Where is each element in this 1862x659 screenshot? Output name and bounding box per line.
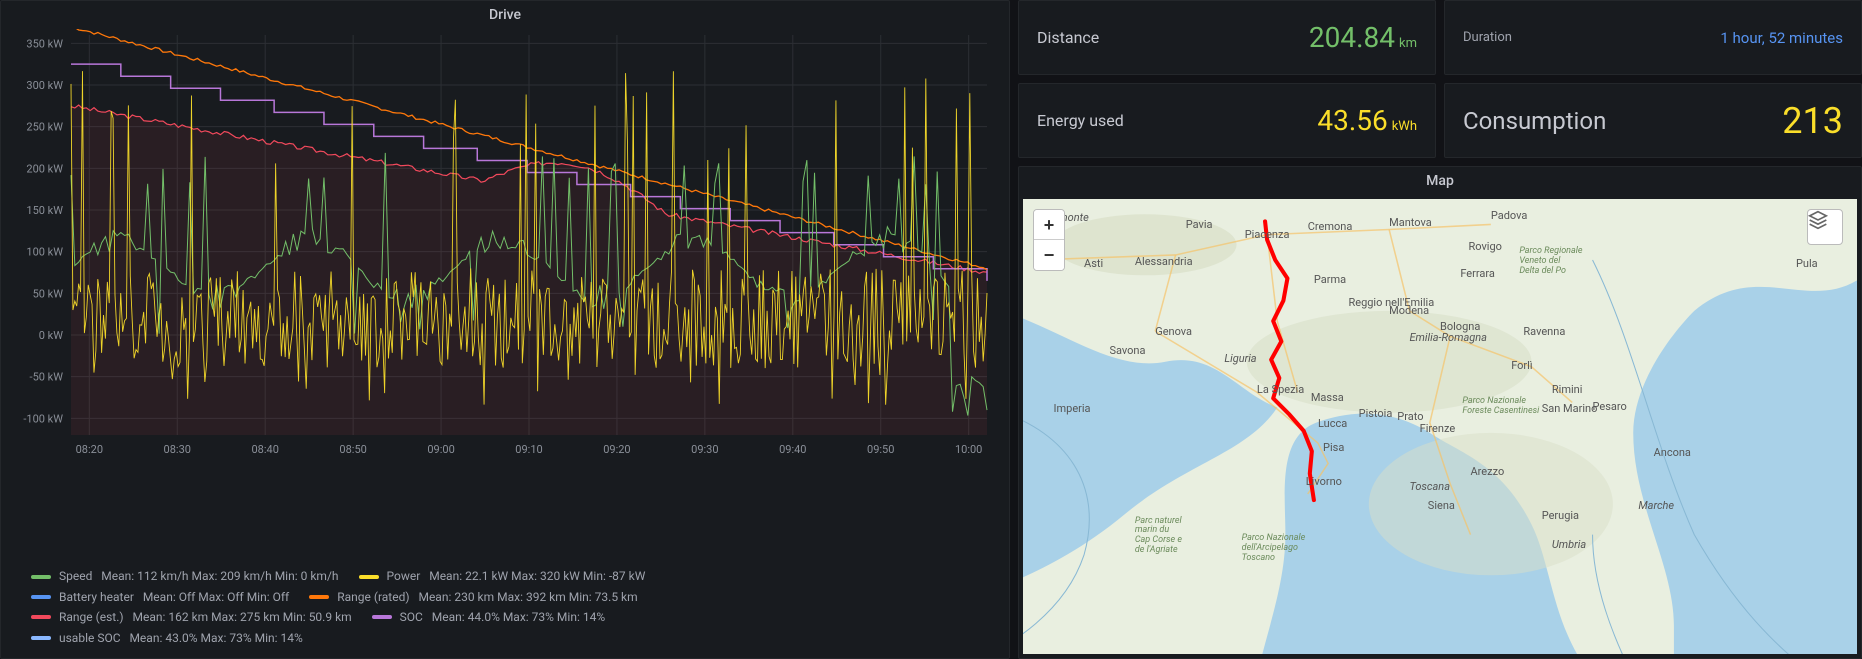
svg-text:08:40: 08:40: [251, 443, 278, 456]
legend-text: usable SOC Mean: 43.0% Max: 73% Min: 14%: [59, 628, 303, 648]
duration-label: Duration: [1463, 30, 1512, 45]
map-panel: Map + − PiemonteAstiAlessandriaPaviaPiac…: [1018, 166, 1862, 659]
svg-text:250 kW: 250 kW: [26, 121, 63, 134]
svg-text:0 kW: 0 kW: [39, 329, 63, 342]
svg-text:09:10: 09:10: [515, 443, 542, 456]
zoom-out-button[interactable]: −: [1034, 240, 1064, 270]
legend-item[interactable]: Range (est.) Mean: 162 km Max: 275 km Mi…: [31, 607, 352, 627]
energy-label: Energy used: [1037, 111, 1124, 130]
svg-text:300 kW: 300 kW: [26, 79, 63, 92]
layers-icon: [1808, 210, 1828, 230]
legend-text: Battery heater Mean: Off Max: Off Min: O…: [59, 587, 289, 607]
svg-text:08:20: 08:20: [76, 443, 103, 456]
svg-text:10:00: 10:00: [955, 443, 982, 456]
legend-text: Range (est.) Mean: 162 km Max: 275 km Mi…: [59, 607, 352, 627]
chart-legend: Speed Mean: 112 km/h Max: 209 km/h Min: …: [1, 562, 1009, 658]
svg-text:08:50: 08:50: [339, 443, 366, 456]
svg-text:09:00: 09:00: [427, 443, 454, 456]
legend-item[interactable]: Speed Mean: 112 km/h Max: 209 km/h Min: …: [31, 566, 339, 586]
map-layers-button[interactable]: [1807, 209, 1843, 245]
legend-text: SOC Mean: 44.0% Max: 73% Min: 14%: [400, 607, 605, 627]
legend-swatch: [31, 575, 51, 579]
svg-text:08:30: 08:30: [164, 443, 191, 456]
legend-item[interactable]: Range (rated) Mean: 230 km Max: 392 km M…: [309, 587, 637, 607]
svg-text:150 kW: 150 kW: [26, 204, 63, 217]
energy-stat: Energy used 43.56 kWh: [1018, 83, 1436, 158]
legend-swatch: [31, 636, 51, 640]
energy-value: 43.56: [1317, 104, 1387, 137]
chart-title: Drive: [1, 1, 1009, 29]
legend-item[interactable]: Battery heater Mean: Off Max: Off Min: O…: [31, 587, 289, 607]
zoom-in-button[interactable]: +: [1034, 210, 1064, 240]
svg-text:100 kW: 100 kW: [26, 246, 63, 259]
svg-text:-100 kW: -100 kW: [23, 412, 63, 425]
svg-text:50 kW: 50 kW: [33, 287, 64, 300]
legend-item[interactable]: SOC Mean: 44.0% Max: 73% Min: 14%: [372, 607, 605, 627]
legend-text: Speed Mean: 112 km/h Max: 209 km/h Min: …: [59, 566, 339, 586]
legend-swatch: [31, 615, 51, 619]
distance-value: 204.84: [1309, 21, 1395, 54]
map-view[interactable]: + − PiemonteAstiAlessandriaPaviaPiacenza…: [1023, 199, 1857, 654]
svg-text:09:40: 09:40: [779, 443, 806, 456]
legend-swatch: [31, 595, 51, 599]
legend-swatch: [309, 595, 329, 599]
consumption-label: Consumption: [1463, 107, 1606, 135]
duration-stat: Duration 1 hour, 52 minutes: [1444, 0, 1862, 75]
svg-text:350 kW: 350 kW: [26, 37, 63, 50]
svg-text:09:20: 09:20: [603, 443, 630, 456]
svg-text:09:50: 09:50: [867, 443, 894, 456]
energy-unit: kWh: [1392, 119, 1417, 134]
consumption-stat: Consumption 213: [1444, 83, 1862, 158]
consumption-value: 213: [1782, 100, 1843, 142]
legend-item[interactable]: usable SOC Mean: 43.0% Max: 73% Min: 14%: [31, 628, 303, 648]
drive-chart-panel: Drive -100 kW -50 kW 0 kW 50 kW 100 kW 150 kW…: [0, 0, 1010, 659]
legend-text: Range (rated) Mean: 230 km Max: 392 km M…: [337, 587, 637, 607]
legend-swatch: [359, 575, 379, 579]
svg-text:200 kW: 200 kW: [26, 162, 63, 175]
legend-swatch: [372, 615, 392, 619]
distance-stat: Distance 204.84 km: [1018, 0, 1436, 75]
map-title: Map: [1019, 167, 1861, 195]
chart-plot-area[interactable]: -100 kW -50 kW 0 kW 50 kW 100 kW 150 kW 200 kW…: [9, 29, 999, 562]
svg-text:09:30: 09:30: [691, 443, 718, 456]
distance-unit: km: [1399, 36, 1417, 51]
legend-item[interactable]: Power Mean: 22.1 kW Max: 320 kW Min: -87…: [359, 566, 646, 586]
svg-text:-50 kW: -50 kW: [30, 371, 64, 384]
duration-value: 1 hour, 52 minutes: [1720, 29, 1843, 47]
distance-label: Distance: [1037, 28, 1099, 47]
legend-text: Power Mean: 22.1 kW Max: 320 kW Min: -87…: [387, 566, 646, 586]
map-zoom-control: + −: [1033, 209, 1065, 271]
